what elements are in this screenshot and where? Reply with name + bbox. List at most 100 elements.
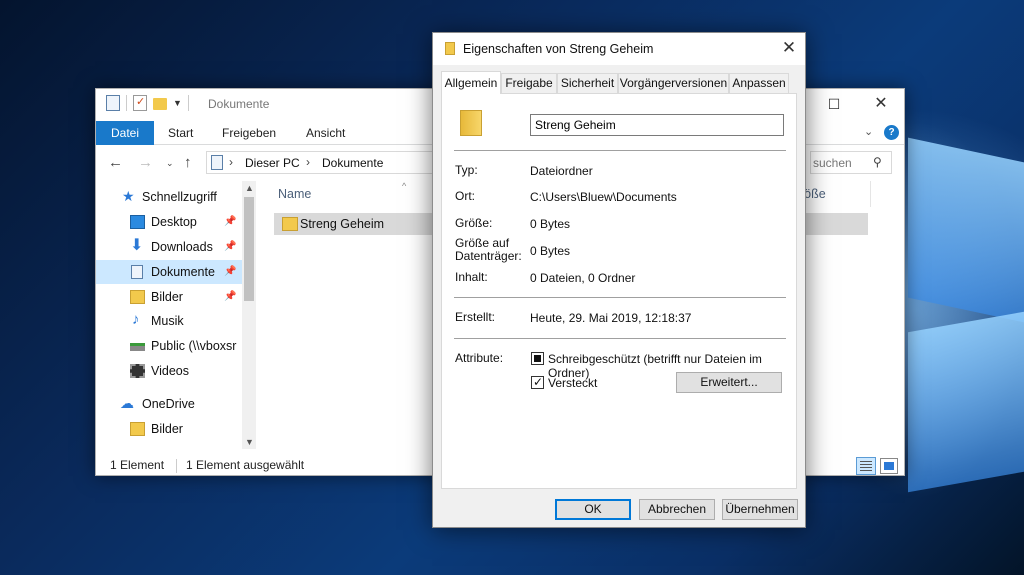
sort-ascending-icon: ^: [402, 181, 407, 191]
selection-count: 1 Element ausgewählt: [186, 458, 305, 472]
attributes-label: Attribute:: [455, 351, 504, 365]
sidebar-item-label: Schnellzugriff: [142, 190, 217, 204]
sidebar-item-desktop[interactable]: Desktop 📌: [96, 210, 242, 234]
size-on-disk-value: 0 Bytes: [530, 244, 571, 258]
scroll-down-icon[interactable]: ▼: [245, 437, 254, 447]
properties-icon[interactable]: [106, 95, 120, 111]
close-button[interactable]: ✕: [777, 38, 801, 58]
tab-sicherheit[interactable]: Sicherheit: [557, 73, 618, 93]
sidebar-item-downloads[interactable]: ⬇ Downloads 📌: [96, 235, 242, 259]
sidebar-item-label: Desktop: [151, 215, 197, 229]
tab-vorgaengerversionen[interactable]: Vorgängerversionen: [618, 73, 729, 93]
sidebar-item-label: Bilder: [151, 422, 183, 436]
sidebar-item-documents[interactable]: Dokumente 📌: [96, 260, 242, 284]
download-icon: ⬇: [130, 237, 144, 254]
pictures-icon: [130, 290, 145, 304]
details-view-icon[interactable]: [856, 457, 876, 475]
column-divider[interactable]: [870, 181, 871, 207]
search-input[interactable]: suchen ⚲: [810, 151, 892, 174]
size-value: 0 Bytes: [530, 217, 571, 231]
pin-icon: 📌: [224, 266, 237, 277]
search-placeholder: suchen: [813, 156, 852, 170]
customize-arrow-icon[interactable]: ▼: [173, 98, 182, 108]
contents-value: 0 Dateien, 0 Ordner: [530, 271, 636, 285]
music-icon: ♪: [132, 311, 140, 328]
tab-freigabe[interactable]: Freigabe: [501, 73, 557, 93]
tab-datei[interactable]: Datei: [96, 121, 154, 145]
toolbar-divider: [126, 95, 127, 111]
tab-allgemein[interactable]: Allgemein: [441, 71, 501, 94]
type-label: Typ:: [455, 163, 478, 177]
close-button[interactable]: ✕: [863, 93, 899, 117]
search-icon[interactable]: ⚲: [873, 155, 882, 169]
location-label: Ort:: [455, 189, 475, 203]
created-value: Heute, 29. Mai 2019, 12:18:37: [530, 311, 692, 325]
scrollbar-thumb[interactable]: [244, 197, 254, 301]
chevron-down-icon[interactable]: ⌄: [864, 125, 873, 138]
network-drive-icon: [130, 343, 145, 351]
windows-logo-pane-top: [908, 137, 1024, 323]
readonly-checkbox[interactable]: [531, 352, 544, 365]
sidebar-item-label: Bilder: [151, 290, 183, 304]
file-name: Streng Geheim: [300, 217, 385, 231]
document-icon: [211, 155, 223, 170]
tab-freigeben[interactable]: Freigeben: [222, 121, 276, 145]
large-icons-view-icon[interactable]: [880, 458, 898, 474]
pin-icon: 📌: [224, 241, 237, 252]
pin-icon: 📌: [224, 291, 237, 302]
checkbox-icon[interactable]: [133, 95, 147, 111]
cancel-button[interactable]: Abbrechen: [639, 499, 715, 520]
back-arrow-icon[interactable]: ←: [108, 154, 123, 171]
sidebar-item-onedrive[interactable]: ☁ OneDrive: [96, 392, 242, 416]
sidebar-item-onedrive-pictures[interactable]: Bilder: [96, 417, 242, 441]
advanced-button[interactable]: Erweitert...: [676, 372, 782, 393]
dialog-title: Eigenschaften von Streng Geheim: [463, 42, 654, 56]
windows-logo-pane-bottom: [908, 311, 1024, 493]
sidebar-item-public-share[interactable]: Public (\\vboxsr: [96, 334, 242, 358]
window-title: Dokumente: [208, 97, 270, 111]
sidebar-item-label: Dokumente: [151, 265, 215, 279]
divider: [454, 338, 786, 339]
scroll-up-icon[interactable]: ▲: [245, 183, 254, 193]
folder-icon: [445, 42, 455, 55]
recent-locations-icon[interactable]: ⌄: [166, 158, 174, 169]
new-folder-icon[interactable]: [153, 98, 167, 110]
tab-anpassen[interactable]: Anpassen: [729, 73, 789, 93]
folder-icon: [282, 217, 298, 231]
sidebar-item-music[interactable]: ♪ Musik: [96, 309, 242, 333]
sidebar-item-label: OneDrive: [142, 397, 195, 411]
type-value: Dateiordner: [530, 164, 593, 178]
created-label: Erstellt:: [455, 310, 496, 324]
item-count: 1 Element: [110, 458, 165, 472]
hidden-checkbox[interactable]: [531, 375, 544, 389]
apply-button[interactable]: Übernehmen: [722, 499, 798, 520]
sidebar-item-videos[interactable]: Videos: [96, 359, 242, 383]
tab-start[interactable]: Start: [168, 121, 193, 145]
desktop-icon: [130, 215, 145, 229]
pin-icon: 📌: [224, 216, 237, 227]
cloud-icon: ☁: [120, 395, 134, 411]
sidebar-item-pictures[interactable]: Bilder 📌: [96, 285, 242, 309]
help-icon[interactable]: ?: [884, 125, 899, 140]
up-arrow-icon[interactable]: ↑: [184, 154, 192, 171]
folder-name-field[interactable]: Streng Geheim: [530, 114, 784, 136]
hidden-label[interactable]: Versteckt: [548, 376, 597, 390]
sidebar-item-label: Downloads: [151, 240, 213, 254]
column-header-name[interactable]: Name: [278, 187, 311, 201]
maximize-button[interactable]: ☐: [816, 93, 852, 117]
navigation-pane: ★ Schnellzugriff Desktop 📌 ⬇ Downloads 📌…: [96, 181, 256, 449]
breadcrumb-chevron-icon[interactable]: ›: [306, 155, 310, 169]
breadcrumb-documents[interactable]: Dokumente: [322, 156, 383, 170]
folder-icon: [130, 422, 145, 436]
tab-ansicht[interactable]: Ansicht: [306, 121, 345, 145]
dialog-titlebar: Eigenschaften von Streng Geheim ✕: [433, 33, 805, 65]
properties-dialog: Eigenschaften von Streng Geheim ✕ Allgem…: [432, 32, 806, 528]
sidebar-item-quick-access[interactable]: ★ Schnellzugriff: [96, 185, 242, 209]
navigation-scrollbar[interactable]: ▲ ▼: [242, 181, 256, 449]
breadcrumb-chevron-icon[interactable]: ›: [229, 155, 233, 169]
forward-arrow-icon[interactable]: →: [138, 154, 153, 171]
star-icon: ★: [122, 188, 135, 204]
contents-label: Inhalt:: [455, 270, 488, 284]
breadcrumb-this-pc[interactable]: Dieser PC: [245, 156, 300, 170]
ok-button[interactable]: OK: [555, 499, 631, 520]
